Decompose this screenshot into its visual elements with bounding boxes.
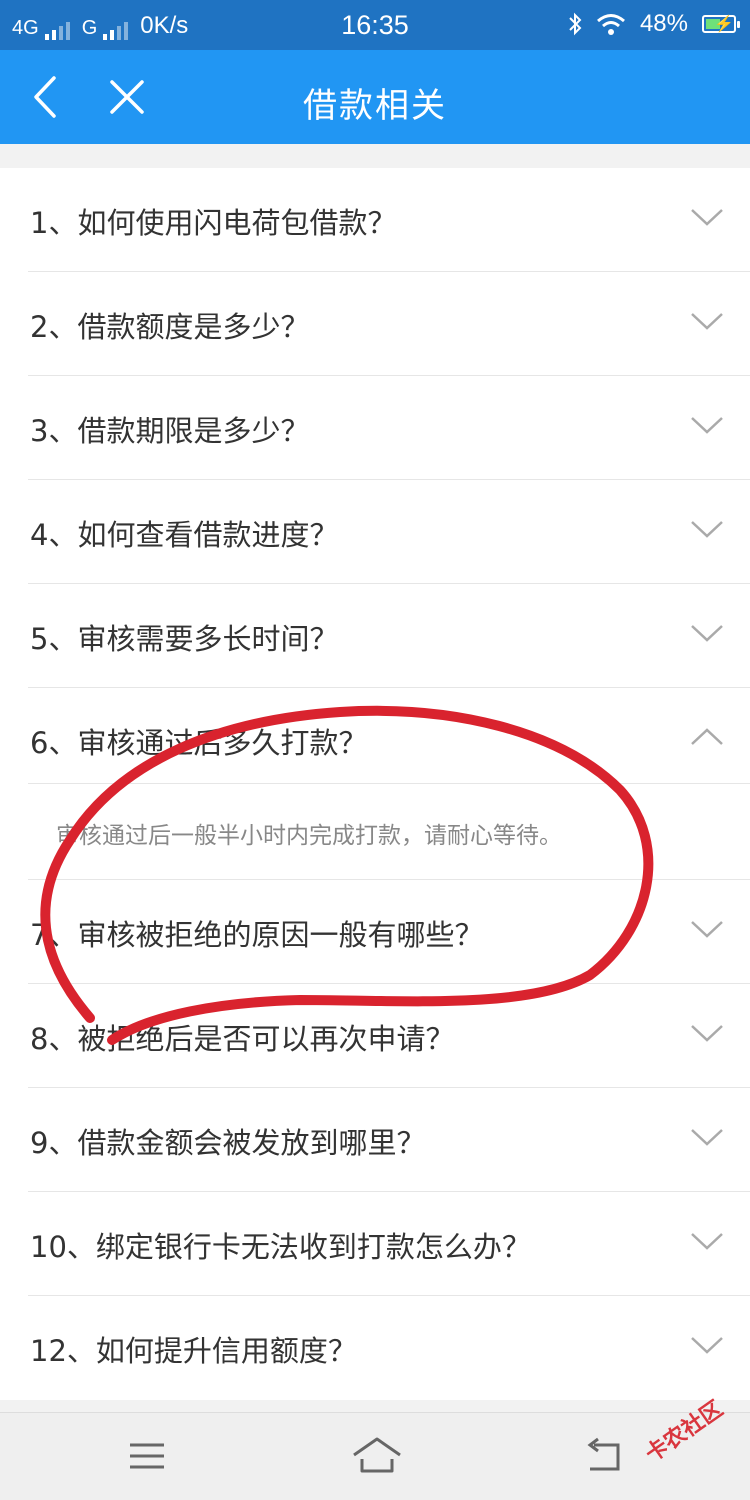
faq-question: 9、借款金额会被发放到哪里？ [30,1126,426,1160]
chevron-down-icon [691,1129,723,1146]
faq-question: 4、如何查看借款进度？ [30,518,339,552]
back-icon[interactable] [584,1437,624,1473]
faq-item-6[interactable]: 6、审核通过后多久打款？ [28,688,750,784]
chevron-down-icon [691,625,723,642]
menu-icon[interactable] [128,1441,166,1471]
page-title: 借款相关 [303,86,447,126]
faq-item-12[interactable]: 12、如何提升信用额度？ [28,1296,750,1400]
battery-percent: 48% [639,10,688,37]
faq-question: 12、如何提升信用额度？ [30,1334,357,1368]
faq-item-7[interactable]: 7、审核被拒绝的原因一般有哪些？ [28,880,750,984]
status-right: 48% ⚡ [568,10,740,38]
faq-question: 1、如何使用闪电荷包借款？ [30,206,397,240]
faq-item-8[interactable]: 8、被拒绝后是否可以再次申请？ [28,984,750,1088]
faq-answer-6: 审核通过后一般半小时内完成打款，请耐心等待。 [28,784,750,880]
chevron-down-icon [691,1337,723,1354]
faq-list: 1、如何使用闪电荷包借款？ 2、借款额度是多少？ 3、借款期限是多少？ 4、如何… [0,168,750,1400]
faq-question: 8、被拒绝后是否可以再次申请？ [30,1022,455,1056]
faq-question: 5、审核需要多长时间？ [30,622,339,656]
faq-item-2[interactable]: 2、借款额度是多少？ [28,272,750,376]
nav-bar: 借款相关 [0,50,750,144]
chevron-down-icon [691,1025,723,1042]
chevron-down-icon [691,1233,723,1250]
chevron-down-icon [691,417,723,434]
chevron-down-icon [691,313,723,330]
faq-item-3[interactable]: 3、借款期限是多少？ [28,376,750,480]
status-bar: 4G G 0K/s 16:35 48% ⚡ [0,0,750,50]
faq-question: 7、审核被拒绝的原因一般有哪些？ [30,918,484,952]
faq-item-10[interactable]: 10、绑定银行卡无法收到打款怎么办？ [28,1192,750,1296]
faq-item-1[interactable]: 1、如何使用闪电荷包借款？ [28,168,750,272]
chevron-down-icon [691,521,723,538]
chevron-down-icon [691,921,723,938]
faq-question: 10、绑定银行卡无法收到打款怎么办？ [30,1230,531,1264]
chevron-down-icon [691,209,723,226]
faq-question: 2、借款额度是多少？ [30,310,310,344]
wifi-icon [596,14,625,35]
system-nav-bar [0,1412,750,1500]
chevron-up-icon [691,728,723,745]
bluetooth-icon [569,12,582,36]
home-icon[interactable] [350,1435,404,1477]
faq-answer-text: 审核通过后一般半小时内完成打款，请耐心等待。 [56,823,562,849]
faq-question: 3、借款期限是多少？ [30,414,310,448]
faq-item-5[interactable]: 5、审核需要多长时间？ [28,584,750,688]
battery-icon: ⚡ [702,15,740,33]
faq-question: 6、审核通过后多久打款？ [30,726,368,760]
faq-item-9[interactable]: 9、借款金额会被发放到哪里？ [28,1088,750,1192]
faq-item-4[interactable]: 4、如何查看借款进度？ [28,480,750,584]
